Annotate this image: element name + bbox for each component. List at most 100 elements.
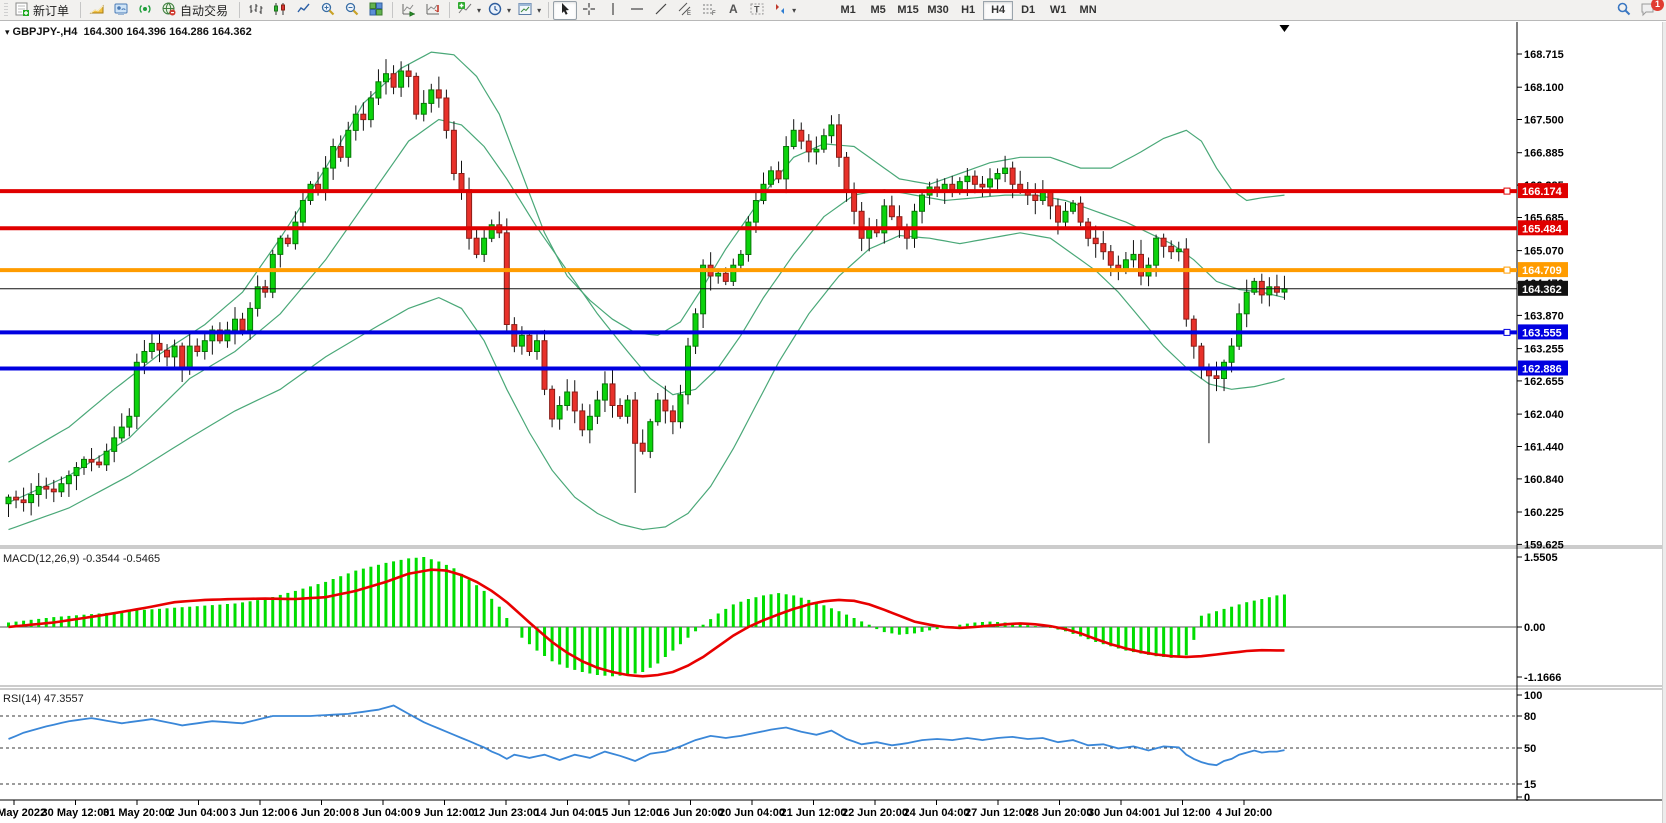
time-tick-label: 21 Jun 12:00 bbox=[780, 807, 846, 819]
tile-icon bbox=[368, 1, 384, 20]
clock-icon bbox=[487, 1, 503, 20]
rsi-axis[interactable]: 1008050150 bbox=[1517, 690, 1542, 804]
chart-symbol-title: ▾GBPJPY-,H4 164.300 164.396 164.286 164.… bbox=[5, 26, 252, 38]
chart-area[interactable]: 168.715168.100167.500166.885166.285165.6… bbox=[0, 22, 1666, 823]
text-button[interactable]: A bbox=[721, 1, 745, 20]
crosshair-button[interactable] bbox=[577, 1, 601, 20]
zoom-in-button[interactable] bbox=[316, 1, 340, 20]
timeframe-m30-button[interactable]: M30 bbox=[923, 1, 953, 20]
dropdown-arrow-icon[interactable]: ▾ bbox=[477, 6, 481, 15]
price-tick-label: 163.255 bbox=[1524, 344, 1564, 356]
time-tick-label: 27 Jun 12:00 bbox=[965, 807, 1031, 819]
candlesticks bbox=[6, 59, 1287, 517]
timeframe-mn-button[interactable]: MN bbox=[1073, 1, 1103, 20]
svg-text:164.709: 164.709 bbox=[1522, 265, 1562, 277]
rsi-tick-label: 50 bbox=[1524, 743, 1536, 755]
rsi-tick-label: 0 bbox=[1524, 792, 1530, 804]
mt4-window: 新订单 自动交易 ▾ ▾ ▾ EFAT ▾ M1M5M15M30H1H4D1W1MN 1 168… bbox=[0, 0, 1666, 823]
resistance-line-1-handle[interactable] bbox=[1504, 188, 1510, 194]
price-tick-label: 166.885 bbox=[1524, 148, 1564, 160]
toolbar-separator bbox=[239, 2, 240, 18]
last-bar-marker-icon bbox=[1279, 25, 1289, 32]
cursor-button[interactable] bbox=[553, 1, 577, 20]
search-button[interactable] bbox=[1612, 1, 1636, 20]
vertical-line-button[interactable] bbox=[601, 1, 625, 20]
zoom-out-button[interactable] bbox=[340, 1, 364, 20]
gold-chart-icon bbox=[89, 1, 105, 20]
horizontal-line-button[interactable] bbox=[625, 1, 649, 20]
price-axis[interactable]: 168.715168.100167.500166.885166.285165.6… bbox=[1517, 49, 1564, 551]
chevron-down-icon[interactable]: ▾ bbox=[5, 27, 10, 37]
periods-button[interactable]: ▾ bbox=[484, 1, 514, 20]
notifications-button[interactable]: 1 bbox=[1636, 1, 1660, 20]
chartshift-icon bbox=[425, 1, 441, 20]
bollinger-lower-band bbox=[9, 233, 1285, 530]
rsi-tick-label: 100 bbox=[1524, 690, 1542, 702]
market-watch-button[interactable] bbox=[133, 1, 157, 20]
time-tick-label: 16 Jun 20:00 bbox=[657, 807, 723, 819]
price-tick-label: 165.070 bbox=[1524, 246, 1564, 258]
line-chart-button[interactable] bbox=[292, 1, 316, 20]
timeframe-m15-button[interactable]: M15 bbox=[893, 1, 923, 20]
window-edge-strip bbox=[1662, 22, 1666, 823]
indicators-button[interactable]: ▾ bbox=[454, 1, 484, 20]
bars-icon bbox=[248, 1, 264, 20]
tile-windows-button[interactable] bbox=[364, 1, 388, 20]
time-tick-label: 27 May 2022 bbox=[0, 807, 46, 819]
dropdown-arrow-icon[interactable]: ▾ bbox=[507, 6, 511, 15]
chart-shift-button[interactable] bbox=[421, 1, 445, 20]
candle-chart-button[interactable] bbox=[268, 1, 292, 20]
macd-tick-label: 1.5505 bbox=[1524, 552, 1558, 564]
symbol-period-label: GBPJPY-,H4 bbox=[13, 26, 78, 38]
toolbar-right-group: 1 bbox=[1612, 1, 1660, 20]
time-tick-label: 14 Jun 04:00 bbox=[534, 807, 600, 819]
fibonacci-button[interactable]: F bbox=[697, 1, 721, 20]
bollinger-upper-band bbox=[9, 52, 1285, 462]
channel-icon: E bbox=[677, 1, 693, 20]
svg-text:164.362: 164.362 bbox=[1522, 284, 1562, 296]
arrows-button[interactable]: ▾ bbox=[769, 1, 799, 20]
pivot-line-handle[interactable] bbox=[1504, 267, 1510, 273]
autoscroll-icon bbox=[401, 1, 417, 20]
bollinger-middle-band bbox=[9, 120, 1285, 503]
timeframe-m1-button[interactable]: M1 bbox=[833, 1, 863, 20]
time-tick-label: 3 Jun 12:00 bbox=[230, 807, 290, 819]
chart-canvas[interactable]: 168.715168.100167.500166.885166.285165.6… bbox=[0, 22, 1666, 823]
trendline-button[interactable] bbox=[649, 1, 673, 20]
svg-text:163.555: 163.555 bbox=[1522, 327, 1562, 339]
price-tick-label: 168.715 bbox=[1524, 49, 1564, 61]
time-tick-label: 2 Jun 04:00 bbox=[169, 807, 229, 819]
time-tick-label: 9 Jun 12:00 bbox=[415, 807, 475, 819]
label-button[interactable]: T bbox=[745, 1, 769, 20]
auto-scroll-button[interactable] bbox=[397, 1, 421, 20]
timeframe-w1-button[interactable]: W1 bbox=[1043, 1, 1073, 20]
hline-icon bbox=[629, 1, 645, 20]
timeframe-d1-button[interactable]: D1 bbox=[1013, 1, 1043, 20]
templates-button[interactable]: ▾ bbox=[514, 1, 544, 20]
autotrading-button[interactable]: 自动交易 bbox=[157, 1, 235, 20]
textlabel-icon: T bbox=[749, 1, 765, 20]
time-tick-label: 28 Jun 20:00 bbox=[1026, 807, 1092, 819]
timeframe-h1-button[interactable]: H1 bbox=[953, 1, 983, 20]
channel-button[interactable]: E bbox=[673, 1, 697, 20]
profiles-button[interactable] bbox=[109, 1, 133, 20]
dropdown-arrow-icon[interactable]: ▾ bbox=[792, 6, 796, 15]
timeframe-toolbar: M1M5M15M30H1H4D1W1MN bbox=[833, 1, 1103, 20]
time-tick-label: 15 Jun 12:00 bbox=[596, 807, 662, 819]
time-axis[interactable]: 27 May 202230 May 12:0031 May 20:002 Jun… bbox=[0, 800, 1272, 819]
bar-chart-button[interactable] bbox=[244, 1, 268, 20]
bollinger-bands bbox=[9, 52, 1285, 530]
timeframe-h4-button[interactable]: H4 bbox=[983, 1, 1013, 20]
new-chart-button[interactable] bbox=[85, 1, 109, 20]
support-line-1-handle[interactable] bbox=[1504, 329, 1510, 335]
macd-axis[interactable]: 1.55050.00-1.1666 bbox=[1517, 552, 1561, 684]
price-tick-label: 159.625 bbox=[1524, 539, 1564, 551]
autotrading-icon bbox=[161, 1, 177, 20]
new-order-button[interactable]: 新订单 bbox=[10, 1, 76, 20]
timeframe-m5-button[interactable]: M5 bbox=[863, 1, 893, 20]
time-tick-label: 8 Jun 04:00 bbox=[353, 807, 413, 819]
dropdown-arrow-icon[interactable]: ▾ bbox=[537, 6, 541, 15]
time-tick-label: 30 Jun 04:00 bbox=[1088, 807, 1154, 819]
svg-text:T: T bbox=[754, 4, 760, 14]
macd-indicator-label: MACD(12,26,9) -0.3544 -0.5465 bbox=[3, 553, 160, 565]
